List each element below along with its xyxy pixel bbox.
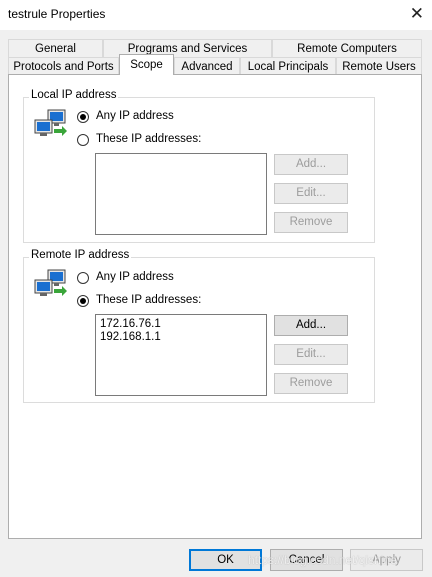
remote-these-ip-radio[interactable] (77, 295, 89, 307)
remote-ip-group-title: Remote IP address (29, 249, 132, 261)
tab-remote-users[interactable]: Remote Users (336, 57, 422, 75)
list-item[interactable]: 192.168.1.1 (96, 331, 266, 344)
network-computers-icon (34, 269, 67, 296)
local-remove-button[interactable]: Remove (274, 212, 348, 233)
local-these-ip-label: These IP addresses: (96, 133, 202, 145)
local-any-ip-label: Any IP address (96, 110, 174, 122)
tab-protocols-and-ports[interactable]: Protocols and Ports (8, 57, 119, 75)
close-icon[interactable]: ✕ (410, 4, 424, 24)
remote-these-ip-label: These IP addresses: (96, 294, 202, 306)
network-computers-icon (34, 109, 67, 136)
watermark-text: https://blog.csdn.net/qishine (248, 553, 397, 567)
remote-add-button[interactable]: Add... (274, 315, 348, 336)
tab-remote-computers[interactable]: Remote Computers (272, 39, 422, 57)
title-bar: testrule Properties ✕ (0, 0, 432, 30)
local-edit-button[interactable]: Edit... (274, 183, 348, 204)
tab-general[interactable]: General (8, 39, 103, 57)
local-add-button[interactable]: Add... (274, 154, 348, 175)
local-ip-list[interactable] (95, 153, 267, 235)
remote-ip-list[interactable]: 172.16.76.1 192.168.1.1 (95, 314, 267, 396)
remote-any-ip-radio[interactable] (77, 272, 89, 284)
local-these-ip-radio[interactable] (77, 134, 89, 146)
tab-local-principals[interactable]: Local Principals (240, 57, 336, 75)
local-ip-group-title: Local IP address (29, 89, 119, 101)
list-item[interactable]: 172.16.76.1 (96, 318, 266, 331)
window-title: testrule Properties (8, 7, 106, 21)
remote-remove-button[interactable]: Remove (274, 373, 348, 394)
tab-advanced[interactable]: Advanced (174, 57, 240, 75)
scope-tab-panel: Local IP address Any IP address These IP… (8, 74, 422, 539)
local-any-ip-radio[interactable] (77, 111, 89, 123)
tab-scope[interactable]: Scope (119, 54, 174, 75)
remote-any-ip-label: Any IP address (96, 271, 174, 283)
remote-edit-button[interactable]: Edit... (274, 344, 348, 365)
